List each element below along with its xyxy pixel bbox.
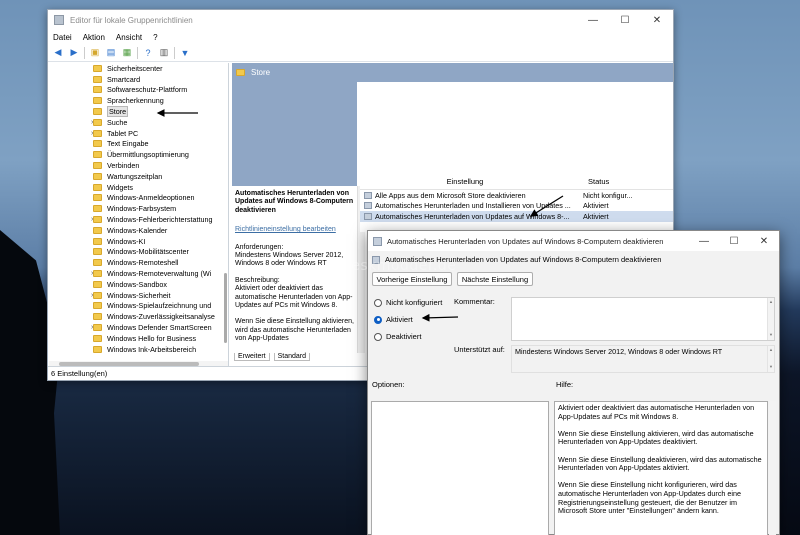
arrow-to-setting [529,195,564,217]
arrow-to-enabled [421,313,459,322]
annotation-arrows [156,109,564,322]
